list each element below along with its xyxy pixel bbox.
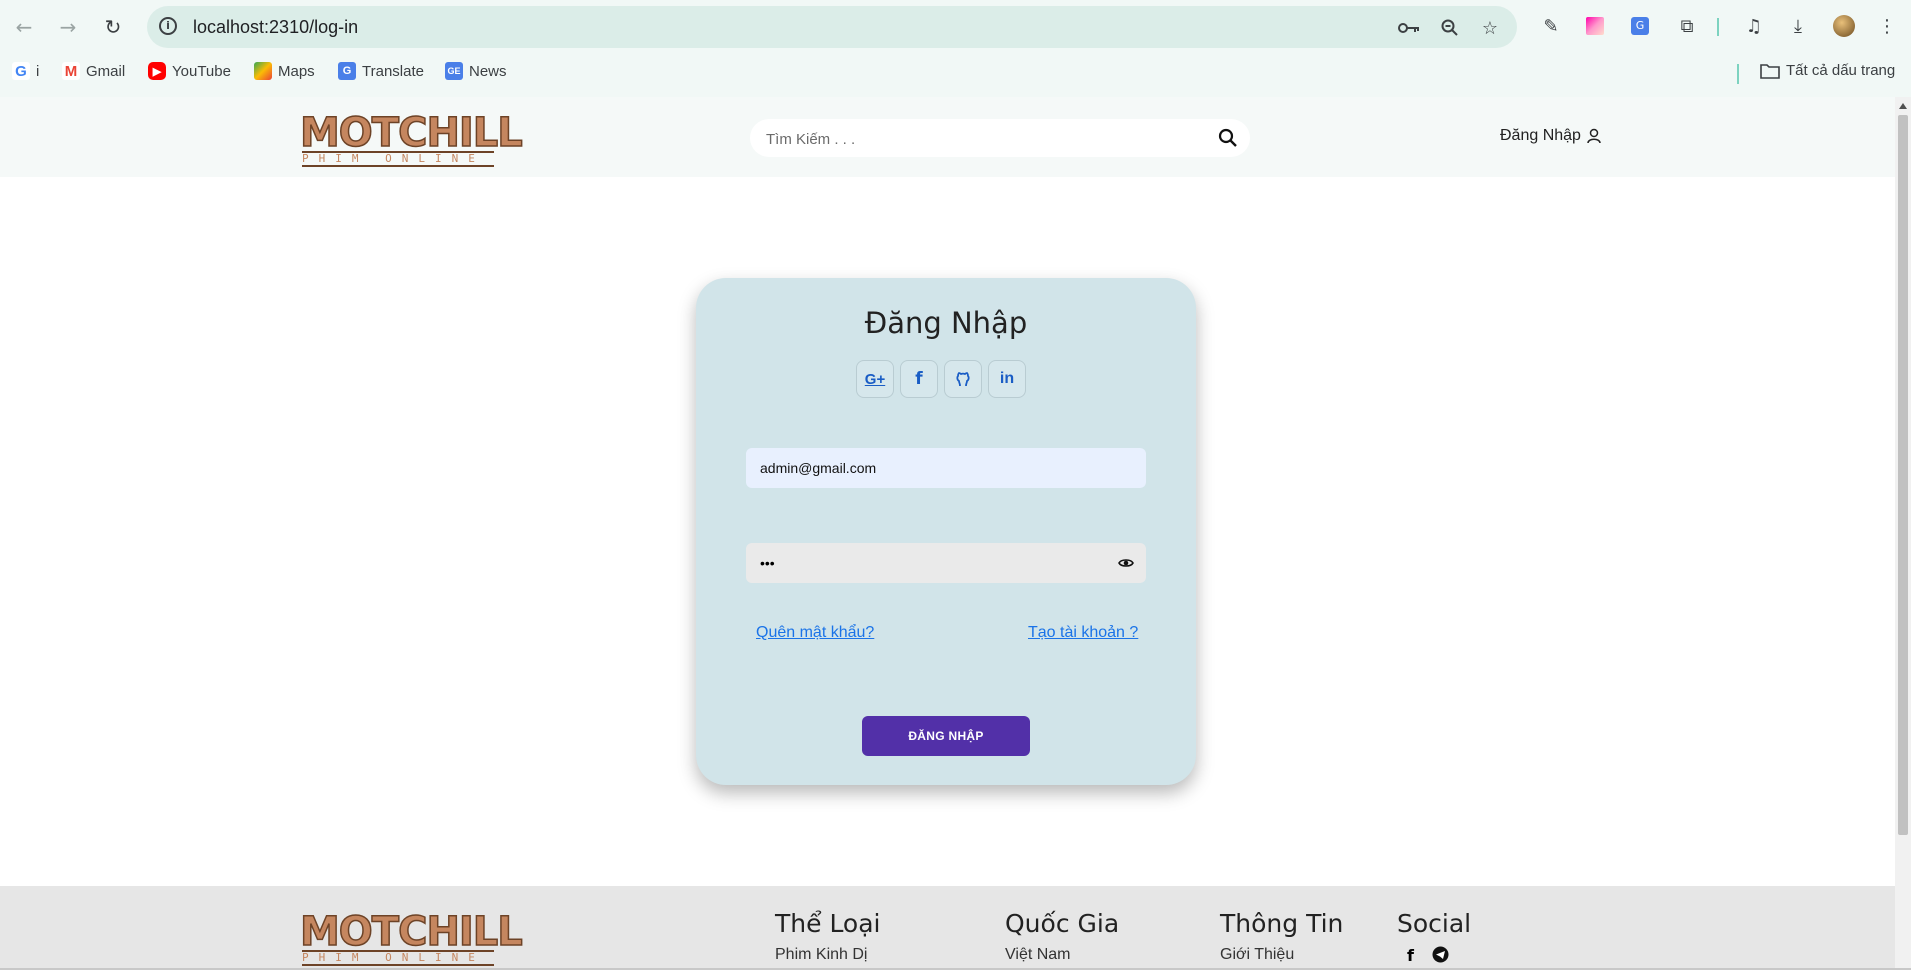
google-icon: G: [12, 62, 30, 80]
download-icon[interactable]: ⤓: [1784, 12, 1812, 40]
footer-link[interactable]: Giới Thiệu: [1220, 946, 1343, 964]
footer-logo-text: MOTCHILL: [299, 909, 523, 955]
footer-column-title: Thông Tin: [1220, 909, 1344, 938]
all-bookmarks-label: Tất cả dấu trang: [1786, 62, 1896, 79]
extensions-icon[interactable]: ⧉: [1673, 12, 1701, 40]
site-logo[interactable]: MOTCHILL PHIM ONLINE: [299, 110, 524, 167]
site-info-icon[interactable]: i: [159, 17, 177, 35]
pen-extension-icon[interactable]: ✎: [1537, 12, 1565, 40]
site-footer: MOTCHILL PHIM ONLINE Thể Loại Phim Kinh …: [0, 886, 1895, 970]
bookmarks-divider: [1737, 64, 1739, 84]
login-card: Đăng Nhập G+ f in Quên mật khẩu? Tạo tài…: [696, 278, 1196, 785]
footer-social-icons: f: [1397, 946, 1471, 965]
search-icon[interactable]: [1218, 128, 1238, 148]
key-icon[interactable]: [1396, 15, 1422, 41]
forward-icon[interactable]: →: [53, 12, 83, 42]
bookmark-label: Gmail: [86, 62, 126, 80]
back-icon[interactable]: ←: [9, 12, 39, 42]
google-plus-icon: G+: [864, 370, 886, 388]
all-bookmarks[interactable]: Tất cả dấu trang: [1760, 62, 1895, 79]
footer-column-genres: Thể Loại Phim Kinh Dị: [775, 909, 881, 964]
bookmark-label: YouTube: [172, 62, 231, 80]
gradient-extension-icon[interactable]: [1581, 12, 1609, 40]
footer-column-title: Thể Loại: [775, 909, 881, 938]
eye-icon[interactable]: [1118, 555, 1134, 571]
footer-column-countries: Quốc Gia Việt Nam: [1005, 909, 1119, 964]
github-login-button[interactable]: [944, 360, 982, 398]
social-login-buttons: G+ f in: [856, 360, 1040, 400]
password-field-wrapper: [746, 543, 1146, 583]
translate-extension-icon[interactable]: G: [1626, 12, 1654, 40]
zoom-icon[interactable]: [1437, 15, 1463, 41]
bookmark-gmail[interactable]: M Gmail: [62, 62, 125, 80]
bookmark-news[interactable]: GE News: [445, 62, 507, 80]
logo-subtext: PHIM ONLINE: [302, 151, 494, 167]
search-box: [750, 119, 1250, 159]
bookmark-label: Translate: [362, 62, 424, 80]
menu-icon[interactable]: ⋮: [1873, 12, 1901, 40]
telegram-icon[interactable]: [1432, 946, 1449, 963]
url-text[interactable]: localhost:2310/log-in: [193, 17, 358, 38]
bookmark-youtube[interactable]: ▶ YouTube: [148, 62, 231, 80]
reload-icon[interactable]: ↻: [98, 12, 128, 42]
bookmark-label: Maps: [278, 62, 315, 80]
footer-logo[interactable]: MOTCHILL PHIM ONLINE: [299, 909, 524, 966]
youtube-icon: ▶: [148, 62, 166, 80]
bookmark-label: i: [36, 62, 40, 80]
email-field[interactable]: [746, 448, 1146, 488]
footer-column-title: Social: [1397, 909, 1472, 938]
footer-logo-subtext: PHIM ONLINE: [302, 950, 494, 966]
bookmark-star-icon[interactable]: ☆: [1477, 15, 1503, 41]
address-bar[interactable]: i localhost:2310/log-in ☆: [147, 6, 1517, 48]
google-plus-login-button[interactable]: G+: [856, 360, 894, 398]
logo-text: MOTCHILL: [299, 110, 523, 156]
toolbar-divider: [1717, 18, 1719, 36]
create-account-link[interactable]: Tạo tài khoản ?: [1028, 624, 1138, 642]
bookmark-maps[interactable]: Maps: [254, 62, 315, 80]
bookmark-translate[interactable]: G Translate: [338, 62, 424, 80]
bookmark-google[interactable]: G i: [12, 62, 39, 80]
profile-avatar[interactable]: [1830, 12, 1858, 40]
translate-icon: G: [338, 62, 356, 80]
site-header: MOTCHILL PHIM ONLINE Đăng Nhập: [0, 97, 1895, 177]
gmail-icon: M: [62, 62, 80, 80]
footer-column-info: Thông Tin Giới Thiệu: [1220, 909, 1343, 964]
linkedin-icon: in: [999, 370, 1015, 387]
bookmark-label: News: [469, 62, 507, 80]
facebook-icon: f: [915, 369, 923, 389]
page-scrollbar[interactable]: [1895, 97, 1911, 970]
login-submit-button[interactable]: ĐĂNG NHẬP: [862, 716, 1030, 756]
user-icon: [1587, 128, 1601, 144]
news-icon: GE: [445, 62, 463, 80]
facebook-login-button[interactable]: f: [900, 360, 938, 398]
footer-link[interactable]: Việt Nam: [1005, 946, 1119, 964]
scroll-up-icon[interactable]: [1899, 103, 1907, 109]
search-input[interactable]: [764, 119, 1208, 159]
header-login-link[interactable]: Đăng Nhập: [1500, 127, 1601, 145]
facebook-icon[interactable]: f: [1407, 946, 1414, 965]
bookmarks-bar: G i M Gmail ▶ YouTube Maps G Translate G…: [0, 58, 1911, 88]
forgot-password-link[interactable]: Quên mật khẩu?: [756, 624, 874, 642]
linkedin-login-button[interactable]: in: [988, 360, 1026, 398]
media-icon[interactable]: ♫: [1740, 12, 1768, 40]
footer-column-social: Social f: [1397, 909, 1471, 965]
maps-icon: [254, 62, 272, 80]
scrollbar-thumb[interactable]: [1898, 115, 1908, 835]
login-title: Đăng Nhập: [864, 306, 1028, 340]
header-login-label: Đăng Nhập: [1500, 127, 1581, 144]
password-field[interactable]: [746, 543, 1086, 583]
github-icon: [956, 372, 970, 387]
folder-icon: [1760, 63, 1780, 79]
footer-column-title: Quốc Gia: [1005, 909, 1120, 938]
browser-chrome: ← → ↻ i localhost:2310/log-in ☆ ✎ G ⧉ ♫ …: [0, 0, 1911, 97]
footer-link[interactable]: Phim Kinh Dị: [775, 946, 881, 964]
